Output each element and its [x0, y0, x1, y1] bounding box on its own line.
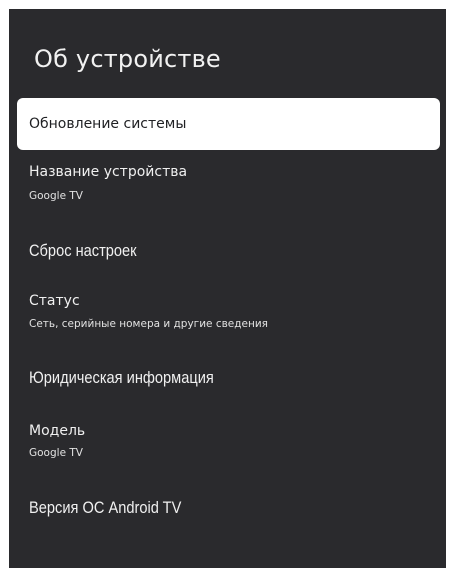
menu-item-label: Название устройства [29, 164, 188, 180]
menu-item-label: Обновление системы [29, 116, 187, 132]
menu-item-status[interactable]: Статус Сеть, серийные номера и другие св… [17, 292, 440, 331]
menu-item-android-tv-version[interactable]: Версия ОС Android TV [17, 497, 440, 519]
menu-item-label: Сброс настроек [29, 241, 137, 260]
menu-item-label: Юридическая информация [29, 368, 214, 387]
menu-item-model[interactable]: Модель Google TV [17, 422, 440, 460]
menu-item-factory-reset[interactable]: Сброс настроек [17, 240, 440, 262]
menu-item-value: Google TV [29, 190, 83, 202]
settings-panel: Об устройстве Обновление системы Названи… [9, 9, 446, 568]
menu-item-device-name[interactable]: Название устройства Google TV [17, 163, 440, 203]
menu-item-value: Google TV [29, 447, 83, 459]
menu-item-label: Версия ОС Android TV [29, 498, 182, 517]
menu-item-legal-info[interactable]: Юридическая информация [17, 367, 440, 389]
menu-item-system-update[interactable]: Обновление системы [17, 98, 440, 150]
menu-item-label: Статус [29, 293, 80, 309]
page-title: Об устройстве [34, 45, 221, 73]
menu-item-value: Сеть, серийные номера и другие сведения [29, 318, 268, 330]
menu-item-label: Модель [29, 423, 86, 439]
